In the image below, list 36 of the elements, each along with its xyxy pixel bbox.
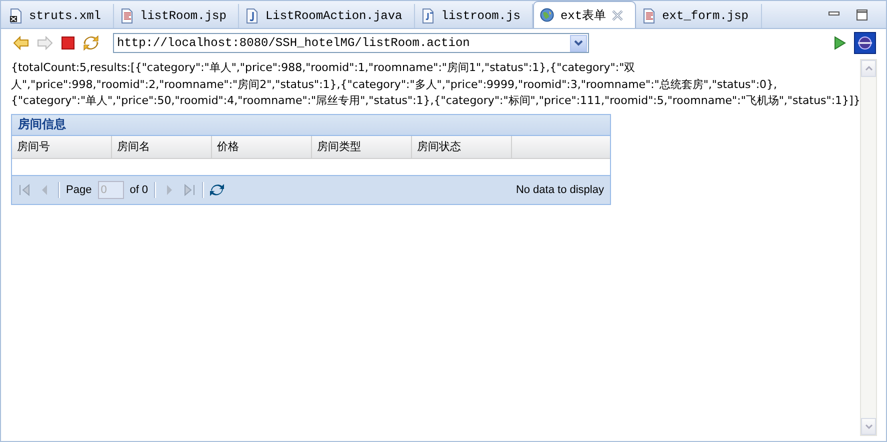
scrollbar[interactable] (860, 59, 877, 436)
document-icon (642, 8, 656, 24)
column-header[interactable]: 房间号 (12, 136, 112, 158)
forward-arrow-icon[interactable] (37, 36, 53, 50)
dropdown-icon[interactable] (574, 40, 583, 46)
xml-file-icon (9, 8, 23, 24)
column-header[interactable]: 房间状态 (412, 136, 512, 158)
editor-tab[interactable]: ext_form.jsp (662, 9, 749, 23)
editor-tab[interactable]: listRoom.jsp (140, 9, 226, 23)
response-text: {totalCount:5,results:[{"category":"单人","price":988,"roomid":1,"roomname":"房间1","status":1},{"category":"双 (11, 60, 636, 76)
refresh-icon[interactable] (83, 35, 99, 51)
page-label: Page (66, 184, 92, 196)
refresh-icon[interactable] (210, 182, 224, 196)
java-file-icon (245, 8, 260, 24)
maximize-icon[interactable] (856, 8, 868, 20)
editor-tab[interactable]: ListRoomAction.java (265, 9, 402, 23)
url-field[interactable]: http://localhost:8080/SSH_hotelMG/listRoom.action (113, 33, 589, 53)
status-text: No data to display (516, 184, 604, 196)
column-header[interactable]: 房间名 (112, 136, 212, 158)
back-arrow-icon[interactable] (13, 36, 29, 50)
scroll-down-icon[interactable] (864, 424, 873, 429)
globe-icon (540, 8, 554, 22)
editor-tab[interactable]: struts.xml (29, 9, 102, 23)
run-icon[interactable] (834, 36, 846, 50)
response-text: 人","price":998,"roomid":2,"roomname":"房间2","status":1},{"category":"多人","price":9999,"roomid":3,"roomname":"总统套房","status":0}, (11, 76, 778, 92)
column-header[interactable]: 价格 (212, 136, 312, 158)
editor-tab[interactable]: listroom.js (441, 9, 520, 23)
stop-icon[interactable] (61, 36, 75, 50)
panel-title: 房间信息 (18, 116, 66, 133)
response-text: {"category":"单人","price":50,"roomid":4,"roomname":"屌丝专用","status":1},{"category":"标间","price":111,"roomid":5,"roomname":"飞机场","status":1}]} (11, 93, 860, 109)
script-file-icon (421, 8, 436, 24)
document-icon (120, 8, 134, 24)
close-icon[interactable] (612, 10, 624, 20)
column-header[interactable]: 房间类型 (312, 136, 412, 158)
page-count: of 0 (130, 184, 148, 196)
scroll-up-icon[interactable] (864, 66, 873, 71)
